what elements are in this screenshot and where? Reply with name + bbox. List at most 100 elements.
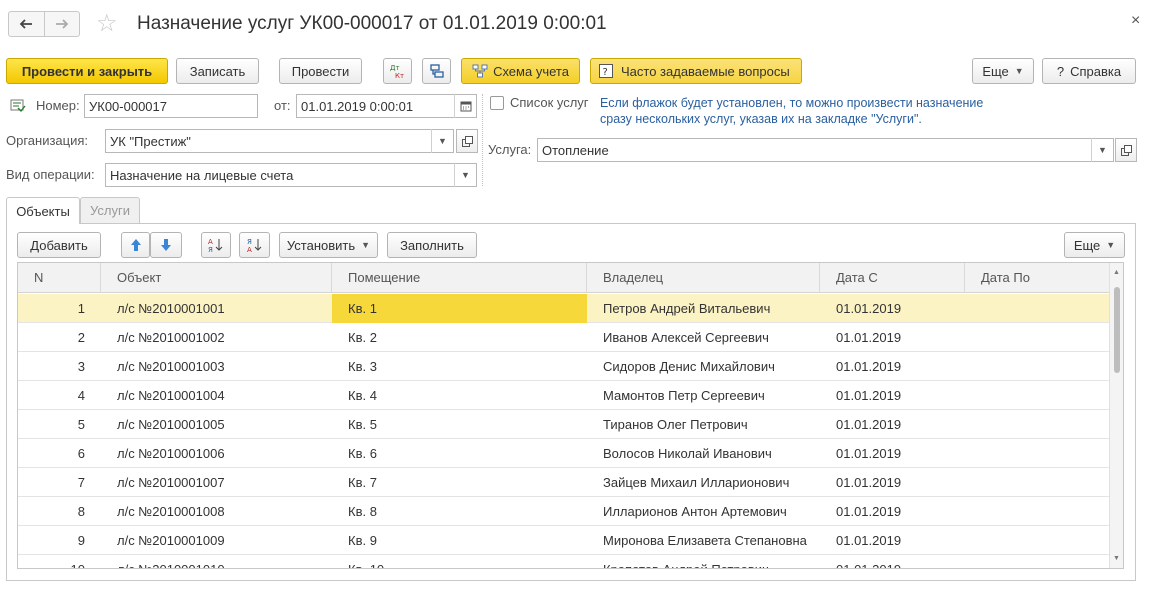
cell-room[interactable]: Кв. 9: [332, 526, 587, 555]
table-more-menu-button[interactable]: Еще ▼: [1064, 232, 1125, 258]
service-dropdown-button[interactable]: ▼: [1091, 138, 1113, 162]
cell-owner[interactable]: Илларионов Антон Артемович: [587, 497, 820, 526]
close-icon[interactable]: ×: [1131, 12, 1140, 30]
cell-room[interactable]: Кв. 6: [332, 439, 587, 468]
cell-room[interactable]: Кв. 1: [332, 294, 587, 323]
set-menu-button[interactable]: Установить ▼: [279, 232, 378, 258]
cell-n[interactable]: 2: [18, 323, 101, 352]
calendar-button[interactable]: [454, 94, 476, 118]
tab-objects[interactable]: Объекты: [6, 197, 80, 224]
cell-date-from[interactable]: 01.01.2019: [820, 555, 965, 568]
faq-button[interactable]: ? Часто задаваемые вопросы: [590, 58, 802, 84]
cell-room[interactable]: Кв. 10: [332, 555, 587, 568]
save-button[interactable]: Записать: [176, 58, 259, 84]
table-row[interactable]: 8 л/с №2010001008 Кв. 8 Илларионов Антон Ар…: [18, 497, 1110, 526]
column-header-date-from[interactable]: Дата С: [820, 263, 965, 293]
table-row[interactable]: 5 л/с №2010001005 Кв. 5 Тиранов Олег Петров…: [18, 410, 1110, 439]
structure-button[interactable]: [422, 58, 451, 84]
cell-date-to[interactable]: [965, 555, 1110, 568]
service-field[interactable]: Отопление ▼: [537, 138, 1114, 162]
cell-n[interactable]: 6: [18, 439, 101, 468]
cell-object[interactable]: л/с №2010001009: [101, 526, 332, 555]
table-row[interactable]: 10л/с №2010001010Кв. 10Кропотов Андрей П…: [18, 555, 1110, 568]
fill-button[interactable]: Заполнить: [387, 232, 477, 258]
move-up-button[interactable]: [121, 232, 150, 258]
cell-owner[interactable]: Мамонтов Петр Сергеевич: [587, 381, 820, 410]
cell-date-to[interactable]: [965, 381, 1110, 410]
date-field[interactable]: 01.01.2019 0:00:01: [296, 94, 477, 118]
cell-room[interactable]: Кв. 5: [332, 410, 587, 439]
scrollbar-thumb[interactable]: [1114, 287, 1120, 373]
cell-owner[interactable]: Сидоров Денис Михайлович: [587, 352, 820, 381]
cell-date-from[interactable]: 01.01.2019: [820, 381, 965, 410]
cell-n[interactable]: 5: [18, 410, 101, 439]
cell-owner[interactable]: Петров Андрей Витальевич: [587, 294, 820, 323]
cell-owner[interactable]: Кропотов Андрей Петрович: [587, 555, 820, 568]
table-row[interactable]: 7 л/с №2010001007 Кв. 7 Зайцев Михаил Иллар…: [18, 468, 1110, 497]
cell-object[interactable]: л/с №2010001010: [101, 555, 332, 568]
accounting-scheme-button[interactable]: Схема учета: [461, 58, 580, 84]
table-row[interactable]: 3 л/с №2010001003 Кв. 3 Сидоров Денис Михай…: [18, 352, 1110, 381]
services-list-checkbox[interactable]: [490, 96, 504, 110]
cell-owner[interactable]: Иванов Алексей Сергеевич: [587, 323, 820, 352]
cell-n[interactable]: 10: [18, 555, 101, 568]
cell-n[interactable]: 4: [18, 381, 101, 410]
cell-room[interactable]: Кв. 7: [332, 468, 587, 497]
more-menu-button[interactable]: Еще ▼: [972, 58, 1034, 84]
vertical-scrollbar[interactable]: ▲ ▼: [1109, 263, 1123, 568]
cell-object[interactable]: л/с №2010001007: [101, 468, 332, 497]
column-header-n[interactable]: N: [18, 263, 101, 293]
cell-room[interactable]: Кв. 3: [332, 352, 587, 381]
scroll-down-icon[interactable]: ▼: [1113, 555, 1120, 562]
cell-object[interactable]: л/с №2010001005: [101, 410, 332, 439]
cell-date-from[interactable]: 01.01.2019: [820, 410, 965, 439]
post-button[interactable]: Провести: [279, 58, 362, 84]
cell-n[interactable]: 7: [18, 468, 101, 497]
move-down-button[interactable]: [150, 232, 182, 258]
column-header-object[interactable]: Объект: [101, 263, 332, 293]
cell-date-to[interactable]: [965, 468, 1110, 497]
cell-date-to[interactable]: [965, 323, 1110, 352]
cell-room[interactable]: Кв. 2: [332, 323, 587, 352]
organization-field[interactable]: УК "Престиж" ▼: [105, 129, 454, 153]
number-field[interactable]: УК00-000017: [84, 94, 258, 118]
cell-object[interactable]: л/с №2010001008: [101, 497, 332, 526]
cell-room[interactable]: Кв. 4: [332, 381, 587, 410]
cell-date-to[interactable]: [965, 497, 1110, 526]
cell-date-to[interactable]: [965, 352, 1110, 381]
cell-object[interactable]: л/с №2010001006: [101, 439, 332, 468]
cell-n[interactable]: 9: [18, 526, 101, 555]
cell-date-from[interactable]: 01.01.2019: [820, 323, 965, 352]
table-row[interactable]: 6 л/с №2010001006 Кв. 6 Волосов Николай Ива…: [18, 439, 1110, 468]
sort-asc-button[interactable]: А Я: [201, 232, 231, 258]
cell-date-from[interactable]: 01.01.2019: [820, 497, 965, 526]
service-open-button[interactable]: [1115, 138, 1137, 162]
tab-services[interactable]: Услуги: [80, 197, 140, 223]
cell-owner[interactable]: Зайцев Михаил Илларионович: [587, 468, 820, 497]
operation-type-dropdown-button[interactable]: ▼: [454, 163, 476, 187]
objects-table[interactable]: N Объект Помещение Владелец Дата С Дата …: [17, 262, 1124, 569]
cell-date-to[interactable]: [965, 526, 1110, 555]
cell-date-from[interactable]: 01.01.2019: [820, 439, 965, 468]
organization-open-button[interactable]: [456, 129, 478, 153]
table-row[interactable]: 1 л/с №2010001001 Кв. 1 Петров Андрей Витал…: [18, 294, 1110, 323]
cell-owner[interactable]: Тиранов Олег Петрович: [587, 410, 820, 439]
cell-owner[interactable]: Миронова Елизавета Степановна: [587, 526, 820, 555]
table-row[interactable]: 4 л/с №2010001004 Кв. 4 Мамонтов Петр Серге…: [18, 381, 1110, 410]
organization-dropdown-button[interactable]: ▼: [431, 129, 453, 153]
help-button[interactable]: ? Справка: [1042, 58, 1136, 84]
operation-type-field[interactable]: Назначение на лицевые счета ▼: [105, 163, 477, 187]
scroll-up-icon[interactable]: ▲: [1113, 269, 1120, 276]
sort-desc-button[interactable]: Я А: [239, 232, 270, 258]
cell-date-to[interactable]: [965, 294, 1110, 323]
cell-date-to[interactable]: [965, 439, 1110, 468]
cell-n[interactable]: 8: [18, 497, 101, 526]
cell-n[interactable]: 1: [18, 294, 101, 323]
cell-object[interactable]: л/с №2010001002: [101, 323, 332, 352]
cell-date-from[interactable]: 01.01.2019: [820, 468, 965, 497]
dt-kt-button[interactable]: Дт Кт: [383, 58, 412, 84]
cell-n[interactable]: 3: [18, 352, 101, 381]
table-row[interactable]: 9 л/с №2010001009 Кв. 9 Миронова Елизавета …: [18, 526, 1110, 555]
cell-date-from[interactable]: 01.01.2019: [820, 352, 965, 381]
cell-object[interactable]: л/с №2010001001: [101, 294, 332, 323]
